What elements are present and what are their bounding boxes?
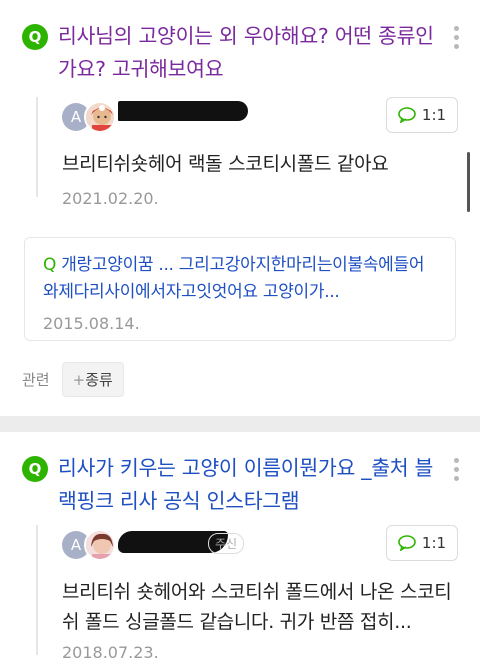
chat-bubble-icon bbox=[398, 535, 416, 551]
more-options-icon[interactable] bbox=[454, 458, 460, 481]
answer-block[interactable]: A 1:1 브리티쉬숏헤어 랙돌 스코티시폴드 같아요 2021.02.20. bbox=[36, 97, 458, 208]
count-badge-label: 1:1 bbox=[421, 106, 447, 124]
chat-bubble-icon bbox=[398, 107, 416, 123]
related-question-text[interactable]: Q 개랑고양이꿈 ... 그리고강아지한마리는이불속에들어와제다리사이에서자고잇… bbox=[43, 252, 437, 306]
answer-date: 2021.02.20. bbox=[62, 189, 159, 208]
profile-image bbox=[84, 101, 116, 133]
related-question-card[interactable]: Q 개랑고양이꿈 ... 그리고강아지한마리는이불속에들어와제다리사이에서자고잇… bbox=[24, 237, 456, 341]
answer-text: 브리티쉬 숏헤어와 스코티쉬 폴드에서 나온 스코티쉬 폴드 싱글폴드 같습니다… bbox=[62, 581, 452, 633]
answer-block[interactable]: A 주신 1:1 브리티쉬 숏헤어와 스코티쉬 폴드에서 나온 스코티쉬 폴드 bbox=[36, 525, 458, 662]
redacted-username bbox=[118, 101, 248, 121]
plus-icon: + bbox=[72, 371, 86, 389]
count-badge-label: 1:1 bbox=[421, 534, 447, 552]
one-to-one-button[interactable]: 1:1 bbox=[386, 97, 458, 133]
more-options-icon[interactable] bbox=[454, 26, 460, 49]
related-date: 2015.08.14. bbox=[43, 314, 140, 333]
question-card-1: Q 리사님의 고양이는 외 우아해요? 어떤 종류인가요? 고귀해보여요 A 1… bbox=[0, 0, 480, 416]
question-card-2: Q 리사가 키우는 고양이 이름이뭔가요 _출처 블랙핑크 리사 공식 인스타그… bbox=[0, 432, 480, 666]
q-badge-icon: Q bbox=[22, 24, 48, 50]
q-mark-icon: Q bbox=[43, 255, 57, 275]
answer-text: 브리티쉬숏헤어 랙돌 스코티시폴드 같아요 bbox=[62, 153, 389, 175]
tag-row: 관련 +종류 bbox=[22, 362, 124, 397]
answer-date: 2018.07.23. bbox=[62, 643, 159, 662]
scrollbar[interactable] bbox=[467, 152, 470, 212]
tags-label: 관련 bbox=[22, 371, 50, 389]
question-title[interactable]: 리사님의 고양이는 외 우아해요? 어떤 종류인가요? 고귀해보여요 bbox=[58, 20, 440, 86]
question-title[interactable]: 리사가 키우는 고양이 이름이뭔가요 _출처 블랙핑크 리사 공식 인스타그램 bbox=[58, 452, 440, 518]
tag-chip[interactable]: +종류 bbox=[61, 362, 124, 397]
q-badge-icon: Q bbox=[22, 456, 48, 482]
profile-image bbox=[84, 529, 116, 561]
one-to-one-button[interactable]: 1:1 bbox=[386, 525, 458, 561]
question-title-row[interactable]: Q 리사가 키우는 고양이 이름이뭔가요 _출처 블랙핑크 리사 공식 인스타그… bbox=[22, 452, 440, 518]
status-badge: 주신 bbox=[208, 533, 245, 554]
question-title-row[interactable]: Q 리사님의 고양이는 외 우아해요? 어떤 종류인가요? 고귀해보여요 bbox=[22, 20, 440, 86]
